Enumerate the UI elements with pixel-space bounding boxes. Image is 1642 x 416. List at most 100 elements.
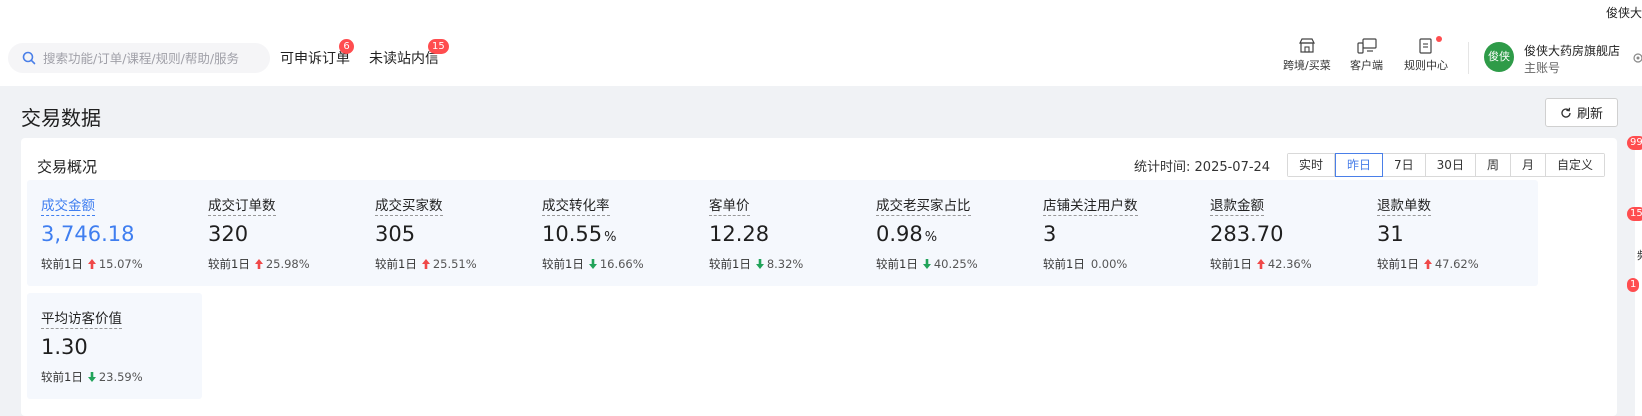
metric-label: 成交买家数 <box>375 194 443 216</box>
metric-card[interactable]: 退款金额 283.70 较前1日 42.36% <box>1196 180 1371 286</box>
top-bar: 俊侠大 可申诉订单 6 未读站内信 15 跨境/买菜 客户端 <box>0 0 1642 86</box>
tool-client[interactable]: 客户端 <box>1350 38 1383 73</box>
comparison-label: 较前1日 <box>41 257 83 271</box>
comparison-percent: 47.62% <box>1434 257 1479 271</box>
arrow-up-icon <box>421 259 430 269</box>
stat-time-label: 统计时间: <box>1134 160 1191 175</box>
metric-number: 3,746.18 <box>41 222 135 246</box>
period-button[interactable]: 周 <box>1475 154 1511 176</box>
metric-value: 12.28 <box>709 222 769 246</box>
period-button[interactable]: 7日 <box>1383 154 1426 176</box>
metric-label: 成交金额 <box>41 194 95 216</box>
metric-label: 成交订单数 <box>208 194 276 216</box>
metric-value: 3,746.18 <box>41 222 135 246</box>
nav-appealable-orders[interactable]: 可申诉订单 6 <box>280 39 354 68</box>
comparison-label: 较前1日 <box>375 257 417 271</box>
document-icon <box>1419 38 1432 54</box>
refresh-button[interactable]: 刷新 <box>1545 98 1618 127</box>
period-button[interactable]: 昨日 <box>1335 153 1384 177</box>
metric-label: 客单价 <box>709 194 750 216</box>
refresh-label: 刷新 <box>1576 107 1603 122</box>
comparison-percent: 0.00% <box>1090 257 1128 271</box>
comparison-label: 较前1日 <box>876 257 918 271</box>
metric-card[interactable]: 店铺关注用户数 3 较前1日 0.00% <box>1029 180 1204 286</box>
period-button[interactable]: 自定义 <box>1545 154 1604 176</box>
notification-dot <box>1436 36 1442 42</box>
metric-value: 31 <box>1377 222 1404 246</box>
metric-label: 店铺关注用户数 <box>1043 194 1138 216</box>
period-button[interactable]: 30日 <box>1425 154 1476 176</box>
metric-label: 成交转化率 <box>542 194 610 216</box>
nav-label: 可申诉订单 <box>280 51 350 67</box>
metric-card[interactable]: 成交金额 3,746.18 较前1日 15.07% <box>27 180 202 286</box>
arrow-down-icon <box>755 259 764 269</box>
arrow-up-icon <box>1256 259 1265 269</box>
stat-time: 统计时间: 2025-07-24 <box>1134 156 1270 175</box>
account-role: 主账号 <box>1524 61 1561 75</box>
overview-panel: 交易概况 统计时间: 2025-07-24 实时 昨日 7日 30日周月自定义 成交金… <box>21 138 1617 416</box>
metric-unit: % <box>924 230 938 245</box>
tool-cross-border[interactable]: 跨境/买菜 <box>1283 38 1331 73</box>
comparison-label: 较前1日 <box>208 257 250 271</box>
comparison-percent: 42.36% <box>1267 257 1312 271</box>
metric-card[interactable]: 退款单数 31 较前1日 47.62% <box>1363 180 1538 286</box>
edge-badge: 1 <box>1627 278 1640 292</box>
metric-number: 3 <box>1043 222 1057 246</box>
comparison-label: 较前1日 <box>1377 257 1419 271</box>
arrow-down-icon <box>922 259 931 269</box>
gear-icon[interactable] <box>1632 52 1642 64</box>
comparison-percent: 40.25% <box>933 257 978 271</box>
metric-comparison: 较前1日 40.25% <box>876 256 978 272</box>
comparison-label: 较前1日 <box>1210 257 1252 271</box>
metric-comparison: 较前1日 8.32% <box>709 256 803 272</box>
metric-number: 283.70 <box>1210 222 1284 246</box>
avatar[interactable]: 俊侠 <box>1484 42 1514 72</box>
metric-card[interactable]: 成交买家数 305 较前1日 25.51% <box>361 180 536 286</box>
comparison-percent: 15.07% <box>98 257 143 271</box>
metric-card[interactable]: 成交老买家占比 0.98% 较前1日 40.25% <box>862 180 1037 286</box>
metric-comparison: 较前1日 15.07% <box>41 256 143 272</box>
edge-badge: 15 <box>1627 207 1642 221</box>
main-content: 交易数据 刷新 交易概况 统计时间: 2025-07-24 实时 昨日 7日 30日周… <box>0 86 1642 416</box>
count-badge: 15 <box>428 39 449 54</box>
metric-number: 31 <box>1377 222 1404 246</box>
nav-unread-messages[interactable]: 未读站内信 15 <box>369 39 449 68</box>
metric-card[interactable]: 客单价 12.28 较前1日 8.32% <box>695 180 870 286</box>
search-box[interactable] <box>8 43 270 73</box>
store-icon <box>1298 38 1315 53</box>
metric-card[interactable]: 成交转化率 10.55% 较前1日 16.66% <box>528 180 703 286</box>
search-input[interactable] <box>43 50 263 66</box>
arrow-up-icon <box>1423 259 1432 269</box>
stat-date: 2025-07-24 <box>1194 160 1271 175</box>
metric-number: 10.55 <box>542 222 603 246</box>
comparison-percent: 8.32% <box>766 257 804 271</box>
metric-number: 305 <box>375 222 416 246</box>
metric-label: 退款单数 <box>1377 194 1431 216</box>
comparison-label: 较前1日 <box>1043 257 1085 271</box>
period-button[interactable]: 月 <box>1510 154 1546 176</box>
period-button[interactable]: 实时 <box>1288 154 1336 176</box>
shop-name[interactable]: 俊侠大药房旗舰店 <box>1524 42 1620 59</box>
comparison-label: 较前1日 <box>709 257 751 271</box>
tool-label: 客户端 <box>1350 59 1383 72</box>
metric-number: 1.30 <box>41 335 88 359</box>
metric-value: 0.98% <box>876 222 937 246</box>
comparison-percent: 25.98% <box>265 257 310 271</box>
metric-comparison: 较前1日 0.00% <box>1043 256 1127 272</box>
metric-card[interactable]: 成交订单数 320 较前1日 25.98% <box>194 180 369 286</box>
metric-card[interactable]: 平均访客价值 1.30 较前1日 23.59% <box>27 293 202 399</box>
metric-value: 10.55% <box>542 222 616 246</box>
metric-label: 成交老买家占比 <box>876 194 971 216</box>
metric-comparison: 较前1日 42.36% <box>1210 256 1312 272</box>
tool-rules-center[interactable]: 规则中心 <box>1404 36 1448 73</box>
metric-number: 320 <box>208 222 249 246</box>
arrow-down-icon <box>588 259 597 269</box>
divider <box>1468 42 1469 74</box>
metric-number: 0.98 <box>876 222 923 246</box>
metric-comparison: 较前1日 47.62% <box>1377 256 1479 272</box>
search-icon <box>22 51 36 65</box>
metric-label: 平均访客价值 <box>41 307 122 329</box>
metric-value: 3 <box>1043 222 1056 246</box>
arrow-up-icon <box>254 259 263 269</box>
arrow-down-icon <box>87 372 96 382</box>
